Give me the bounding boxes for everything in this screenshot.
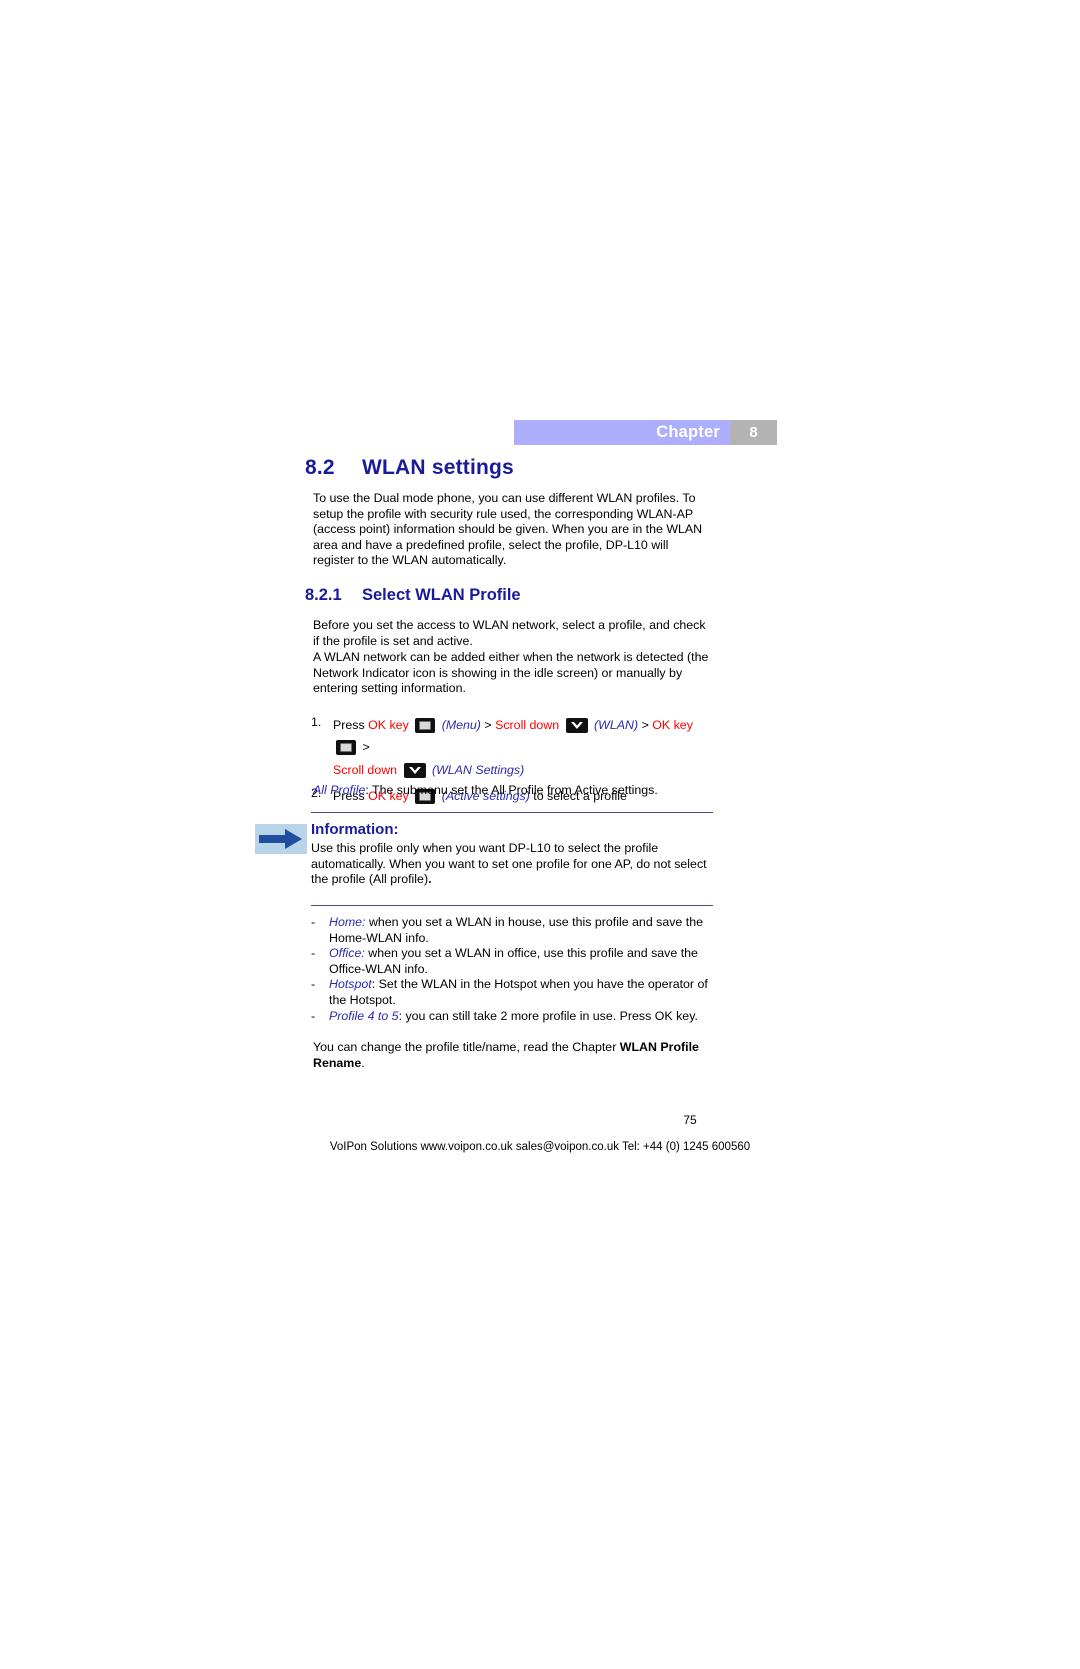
step-number-1: 1.: [311, 715, 322, 729]
information-rule-top: [311, 812, 713, 813]
step1-wlan-label: (WLAN): [594, 718, 639, 732]
chapter-banner: Chapter 8: [514, 420, 777, 445]
chevron-down-icon: [570, 722, 583, 729]
step1-wlan-settings-label: (WLAN Settings): [431, 763, 525, 777]
list-item: - Office: when you set a WLAN in office,…: [311, 946, 716, 977]
section-heading-8-2-1: 8.2.1 Select WLAN Profile: [305, 586, 725, 605]
step-item-1-continuation: Scroll down (WLAN Settings): [311, 759, 721, 781]
bullet-term-4: Profile 4 to 5: [329, 1008, 399, 1023]
bullet-text-1: Home: when you set a WLAN in house, use …: [329, 915, 716, 946]
bullet-term-1: Home:: [329, 915, 366, 929]
section-heading-8-2: 8.2 WLAN settings: [305, 456, 725, 480]
bullet-desc-2: when you set a WLAN in office, use this …: [329, 946, 698, 976]
step1-gt-3: >: [362, 740, 370, 754]
step-body-1: Press OK key (Menu) > Scroll down (WLAN)…: [333, 714, 721, 758]
bullet-term-3: Hotspot: [329, 977, 372, 992]
step1-press-label: Press: [333, 718, 365, 732]
step1-scroll-down-label-2: Scroll down: [333, 763, 398, 777]
step-item-1: 1. Press OK key (Menu) > Scroll down (WL…: [311, 714, 721, 758]
section-number-8-2-1: 8.2.1: [305, 586, 342, 604]
all-profile-term: All Profile: [313, 783, 366, 797]
all-profile-text: : The submenu set the All Profile from A…: [365, 783, 658, 797]
step1-menu-label: (Menu): [441, 718, 481, 732]
bullet-text-4: Profile 4 to 5: you can still take 2 mor…: [329, 1009, 716, 1025]
all-profile-note: All Profile: The submenu set the All Pro…: [313, 782, 723, 798]
bullet-desc-3: : Set the WLAN in the Hotspot when you h…: [329, 977, 708, 1007]
step1-ok-key-label-2: OK key: [652, 718, 693, 732]
bullet-dash-1: -: [311, 915, 316, 929]
list-item: - Profile 4 to 5: you can still take 2 m…: [311, 1009, 716, 1025]
step1-gt-2: >: [641, 718, 649, 732]
ok-key-icon: [415, 718, 436, 733]
section-number-8-2: 8.2: [305, 456, 335, 479]
step1-scroll-down-label-1: Scroll down: [495, 718, 560, 732]
scroll-down-icon: [565, 718, 588, 733]
chevron-down-icon-2: [408, 767, 421, 774]
list-item: - Home: when you set a WLAN in house, us…: [311, 915, 716, 946]
closing-text-after: .: [361, 1055, 365, 1070]
profile-bullet-list: - Home: when you set a WLAN in house, us…: [311, 915, 716, 1024]
list-item: - Hotspot: Set the WLAN in the Hotspot w…: [311, 977, 716, 1008]
information-body-period: .: [428, 872, 432, 887]
chapter-number: 8: [749, 424, 758, 441]
step1-ok-key-label: OK key: [368, 718, 409, 732]
chapter-bar: Chapter: [514, 420, 730, 445]
document-page: Chapter 8 8.2 WLAN settings To use the Du…: [0, 0, 1080, 1669]
footer-contact-line: VoIPon Solutions www.voipon.co.uk sales@…: [329, 1141, 751, 1153]
bullet-desc-4: : you can still take 2 more profile in u…: [398, 1008, 698, 1023]
chapter-label: Chapter: [656, 423, 720, 442]
bullet-text-3: Hotspot: Set the WLAN in the Hotspot whe…: [329, 977, 716, 1008]
closing-text-before: You can change the profile title/name, r…: [313, 1040, 620, 1054]
bullet-dash-3: -: [311, 977, 316, 992]
information-arrow-badge: [255, 824, 307, 854]
information-body-text: Use this profile only when you want DP-L…: [311, 841, 707, 887]
section-title-8-2: WLAN settings: [362, 456, 514, 479]
scroll-down-icon-2: [403, 763, 426, 778]
right-arrow-icon: [259, 829, 302, 849]
bullet-text-2: Office: when you set a WLAN in office, u…: [329, 946, 716, 977]
intro-paragraph: To use the Dual mode phone, you can use …: [313, 491, 703, 568]
chapter-number-box: 8: [730, 420, 777, 445]
bullet-dash-2: -: [311, 946, 316, 961]
information-body: Use this profile only when you want DP-L…: [311, 841, 711, 888]
sub-paragraph-1: Before you set the access to WLAN networ…: [313, 618, 706, 648]
closing-paragraph: You can change the profile title/name, r…: [313, 1040, 713, 1071]
information-title: Information:: [311, 821, 399, 838]
bullet-dash-4: -: [311, 1008, 316, 1023]
ok-key-icon-2: [336, 740, 356, 755]
sub-paragraph-2: A WLAN network can be added either when …: [313, 650, 709, 696]
page-number: 75: [683, 1113, 697, 1127]
step1-gt-1: >: [484, 718, 492, 732]
bullet-term-2: Office:: [329, 946, 365, 961]
bullet-desc-1: when you set a WLAN in house, use this p…: [329, 915, 703, 945]
section-title-8-2-1: Select WLAN Profile: [362, 586, 521, 604]
information-rule-bottom: [311, 905, 713, 906]
